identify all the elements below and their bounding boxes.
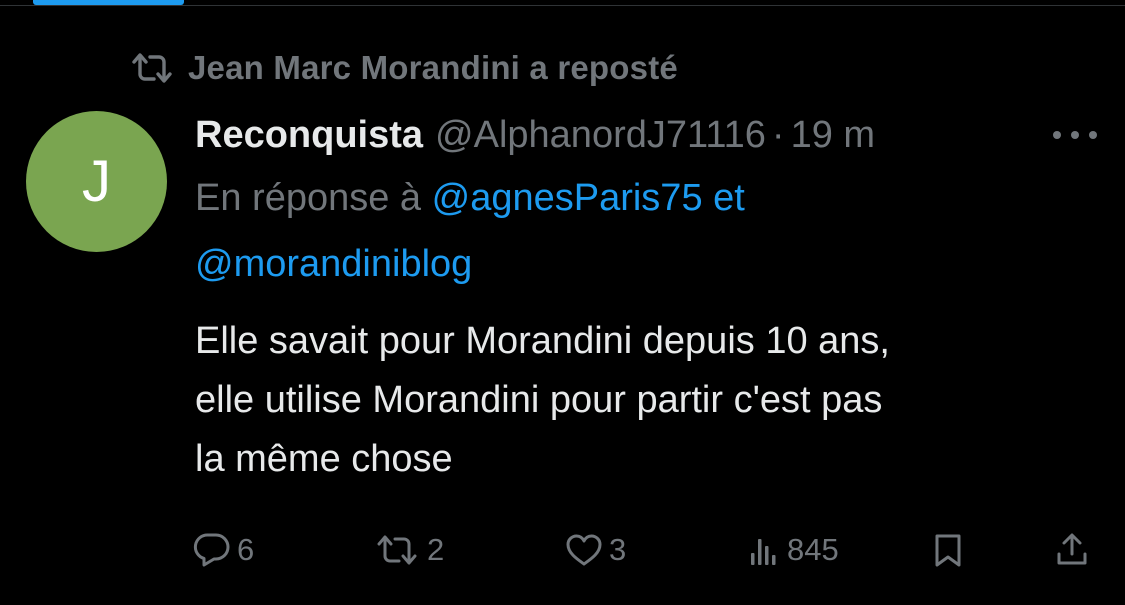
like-icon	[565, 533, 603, 567]
like-count: 3	[609, 532, 627, 567]
mention-agnesparis75[interactable]: @agnesParis75	[432, 177, 703, 219]
repost-label: Jean Marc Morandini a reposté	[188, 49, 678, 86]
action-bar: 6 2 3 845	[193, 528, 1098, 572]
tweet-text-line-1: Elle savait pour Morandini depuis 10 ans…	[195, 320, 890, 362]
share-button[interactable]	[1055, 528, 1089, 572]
reply-joiner[interactable]: et	[713, 177, 745, 219]
repost-count: 2	[427, 532, 445, 567]
user-handle[interactable]: @AlphanordJ71116	[435, 114, 766, 157]
tweet-text-line-3: la même chose	[195, 438, 453, 480]
avatar[interactable]: J	[26, 111, 167, 252]
views-icon	[749, 533, 781, 567]
reply-icon	[193, 532, 231, 568]
repost-button[interactable]: 2	[373, 528, 444, 572]
timestamp[interactable]: 19 m	[791, 114, 875, 157]
views-count: 845	[787, 532, 839, 567]
repost-icon	[130, 51, 174, 85]
display-name[interactable]: Reconquista	[195, 114, 423, 157]
repost-icon	[373, 533, 421, 567]
avatar-letter: J	[82, 149, 111, 214]
repost-header[interactable]: Jean Marc Morandini a reposté	[130, 48, 678, 88]
views-button[interactable]: 845	[749, 528, 839, 572]
separator-dot: ·	[771, 113, 785, 156]
reply-context: En réponse à @agnesParis75 et @morandini…	[195, 165, 1095, 297]
mention-morandiniblog[interactable]: @morandiniblog	[195, 243, 472, 285]
reply-button[interactable]: 6	[193, 528, 254, 572]
tweet-header: Reconquista @AlphanordJ71116 · 19 m	[195, 108, 1095, 162]
tweet-text: Elle savait pour Morandini depuis 10 ans…	[195, 312, 1095, 489]
share-icon	[1055, 532, 1089, 568]
bookmark-button[interactable]	[933, 528, 963, 572]
more-icon[interactable]	[1053, 122, 1097, 148]
tweet-body[interactable]: Reconquista @AlphanordJ71116 · 19 m En r…	[195, 108, 1097, 489]
tweet-text-line-2: elle utilise Morandini pour partir c'est…	[195, 379, 883, 421]
active-tab-indicator	[33, 0, 184, 5]
like-button[interactable]: 3	[565, 528, 626, 572]
reply-count: 6	[237, 532, 255, 567]
reply-prefix: En réponse à	[195, 177, 422, 219]
bookmark-icon	[933, 532, 963, 568]
